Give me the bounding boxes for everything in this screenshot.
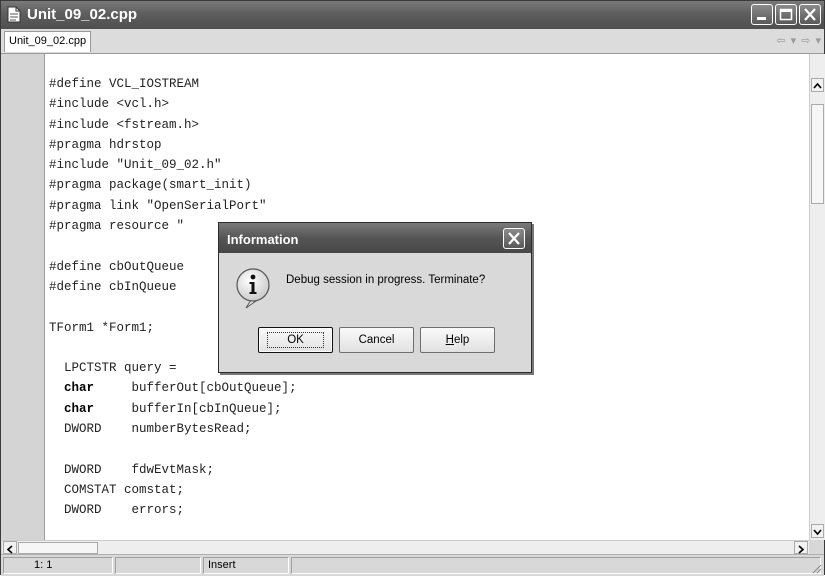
scroll-down-button[interactable] — [811, 524, 824, 538]
maximize-icon — [779, 8, 793, 21]
code-line: #pragma hdrstop — [49, 137, 162, 152]
status-panel-message — [291, 557, 821, 574]
window-title: Unit_09_02.cpp — [27, 6, 138, 23]
code-line: COMSTAT comstat; — [49, 482, 185, 497]
tab-strip: Unit_09_02.cpp ⇦ ▾ ⇨ ▾ — [1, 29, 824, 54]
close-button[interactable] — [799, 4, 821, 25]
document-icon — [7, 6, 21, 23]
code-line: #define cbOutQueue — [49, 259, 185, 274]
code-line: DWORD fdwEvtMask; — [49, 462, 215, 477]
minimize-button[interactable] — [751, 4, 773, 25]
editor-window: Unit_09_02.cpp Unit_09_02.cpp ⇦ ▾ ⇨ ▾ #d… — [0, 0, 825, 576]
code-line: #include <fstream.h> — [49, 117, 200, 132]
code-line: #define cbInQueue — [49, 279, 177, 294]
help-accelerator: H — [445, 334, 454, 346]
ok-button[interactable]: OK — [258, 327, 333, 353]
code-line: char bufferIn[cbInQueue]; — [64, 401, 282, 416]
scroll-right-button[interactable] — [794, 541, 808, 554]
code-line: char bufferOut[cbOutQueue]; — [64, 381, 297, 396]
vertical-scroll-thumb[interactable] — [811, 104, 824, 204]
dialog-message: Debug session in progress. Terminate? — [286, 274, 486, 286]
vertical-scrollbar[interactable] — [809, 54, 825, 540]
dialog-titlebar[interactable]: Information — [219, 223, 531, 253]
window-titlebar[interactable]: Unit_09_02.cpp — [1, 1, 824, 29]
tab-unit-09-02[interactable]: Unit_09_02.cpp — [4, 31, 92, 52]
keyword-char: char — [64, 401, 95, 416]
help-button[interactable]: Help — [420, 327, 495, 353]
chevron-down-icon — [813, 529, 822, 536]
scroll-up-button[interactable] — [811, 78, 824, 92]
editor-gutter — [2, 54, 45, 540]
code-line: #pragma link "OpenSerialPort" — [49, 198, 267, 213]
dialog-title: Information — [227, 232, 299, 247]
navigation-arrows[interactable]: ⇦ ▾ ⇨ ▾ — [776, 34, 822, 47]
chevron-up-icon — [813, 82, 822, 89]
code-line: #include <vcl.h> — [49, 97, 170, 112]
code-line: #pragma package(smart_init) — [49, 178, 252, 193]
information-icon — [232, 266, 274, 315]
status-bar: 1: 1 Insert — [1, 554, 824, 576]
code-line: LPCTSTR query = — [49, 361, 177, 376]
cancel-button[interactable]: Cancel — [339, 327, 414, 353]
insert-mode: Insert — [203, 557, 289, 574]
maximize-button[interactable] — [775, 4, 797, 25]
dialog-close-button[interactable] — [503, 228, 525, 249]
scrollbar-corner — [809, 540, 824, 554]
code-line: DWORD errors; — [49, 503, 185, 518]
keyword-char: char — [64, 381, 95, 396]
resize-grip-icon[interactable] — [810, 562, 822, 574]
scroll-left-button[interactable] — [3, 541, 17, 554]
information-dialog: Information Debug session in progress. T… — [218, 222, 532, 373]
ok-button-label: OK — [267, 332, 324, 348]
code-line: TForm1 *Form1; — [49, 320, 155, 335]
code-line: DWORD numberBytesRead; — [49, 422, 252, 437]
close-icon — [804, 8, 816, 21]
help-label: elp — [453, 334, 470, 346]
cursor-position: 1: 1 — [3, 557, 113, 574]
horizontal-scrollbar[interactable] — [2, 540, 809, 555]
status-panel-modified — [115, 557, 201, 574]
code-line: #pragma resource " — [49, 219, 185, 234]
code-line: #include "Unit_09_02.h" — [49, 158, 222, 173]
code-line: #define VCL_IOSTREAM — [49, 77, 200, 91]
horizontal-scroll-thumb[interactable] — [18, 542, 98, 554]
close-icon — [508, 232, 520, 245]
minimize-icon — [757, 17, 766, 20]
